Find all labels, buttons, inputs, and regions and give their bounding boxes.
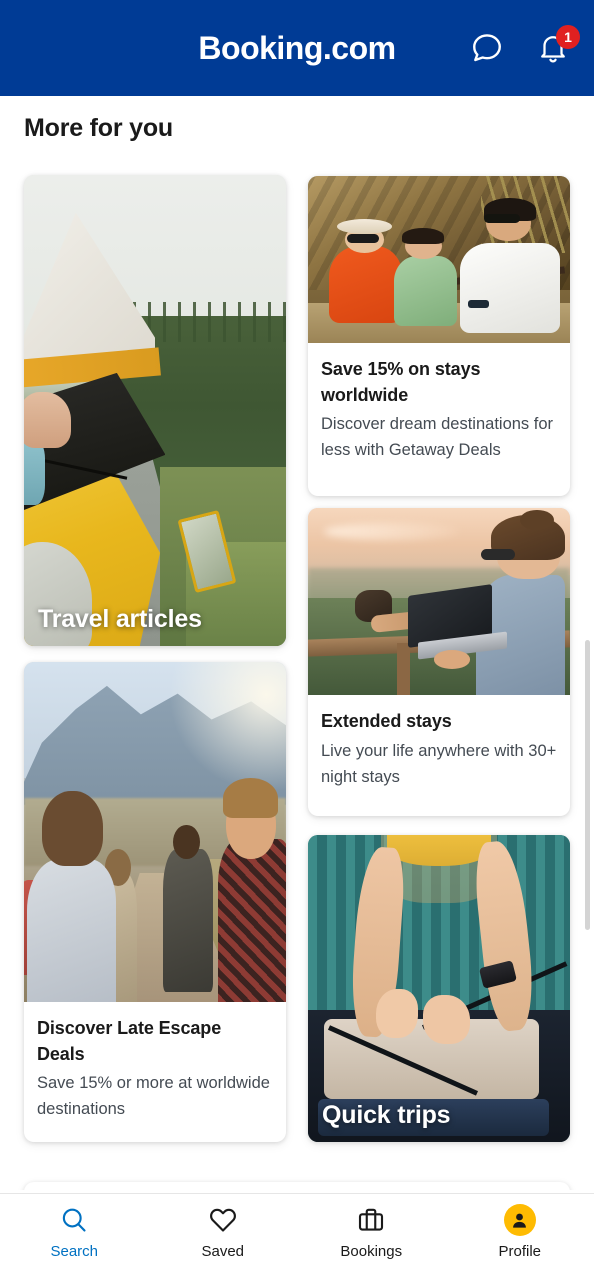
chat-bubble-icon[interactable] (468, 29, 506, 67)
heart-icon (206, 1203, 240, 1237)
card-title: Extended stays (321, 711, 452, 731)
avatar (503, 1204, 536, 1236)
next-card-peek[interactable] (24, 1182, 570, 1190)
scrollbar-thumb[interactable] (585, 640, 590, 930)
card-travel-articles[interactable]: Travel articles (24, 175, 286, 646)
card-body: Extended stays Live your life anywhere w… (308, 695, 570, 806)
nav-label-saved: Saved (201, 1243, 245, 1260)
page-title: More for you (24, 114, 173, 142)
app-header: Booking.com 1 (0, 0, 594, 96)
card-overlay-title: Travel articles (38, 605, 202, 633)
card-image (308, 508, 570, 695)
card-image: Quick trips (308, 835, 570, 1142)
more-for-you-grid: Travel articles Save 15% on stays worldw… (0, 160, 594, 1190)
card-image (24, 662, 286, 1002)
suitcase-icon (354, 1203, 388, 1237)
card-subtitle: Discover dream destinations for less wit… (321, 415, 554, 460)
bell-icon[interactable]: 1 (534, 25, 580, 67)
nav-item-saved[interactable]: Saved (149, 1203, 298, 1259)
card-extended-stays[interactable]: Extended stays Live your life anywhere w… (308, 508, 570, 816)
card-image: Travel articles (24, 175, 286, 646)
nav-label-bookings: Bookings (340, 1243, 403, 1260)
header-actions: 1 (468, 25, 580, 67)
card-title: Save 15% on stays worldwide (321, 359, 481, 405)
card-quick-trips[interactable]: Quick trips (308, 835, 570, 1142)
card-subtitle: Save 15% or more at worldwide destinatio… (37, 1074, 270, 1119)
avatar-icon (503, 1203, 537, 1237)
brand-logo[interactable]: Booking.com (198, 32, 396, 64)
card-image (308, 176, 570, 343)
nav-item-search[interactable]: Search (0, 1203, 149, 1259)
nav-label-profile: Profile (498, 1243, 542, 1260)
nav-item-bookings[interactable]: Bookings (297, 1203, 446, 1259)
card-save-15-stays-worldwide[interactable]: Save 15% on stays worldwide Discover dre… (308, 176, 570, 496)
search-icon (57, 1203, 91, 1237)
scrollbar-track[interactable] (585, 100, 592, 1180)
nav-item-profile[interactable]: Profile (446, 1203, 594, 1259)
card-body: Save 15% on stays worldwide Discover dre… (308, 343, 570, 479)
card-title: Discover Late Escape Deals (37, 1018, 222, 1064)
card-subtitle: Live your life anywhere with 30+ night s… (321, 741, 557, 786)
card-body: Discover Late Escape Deals Save 15% or m… (24, 1002, 286, 1138)
nav-label-search: Search (50, 1243, 99, 1260)
card-discover-late-escape-deals[interactable]: Discover Late Escape Deals Save 15% or m… (24, 662, 286, 1142)
notification-badge: 1 (556, 25, 580, 49)
card-overlay-title: Quick trips (322, 1101, 451, 1129)
bottom-navigation: Search Saved Bookings Profile (0, 1193, 594, 1280)
app-screen: Booking.com 1 More for you Travel articl… (0, 0, 594, 1280)
